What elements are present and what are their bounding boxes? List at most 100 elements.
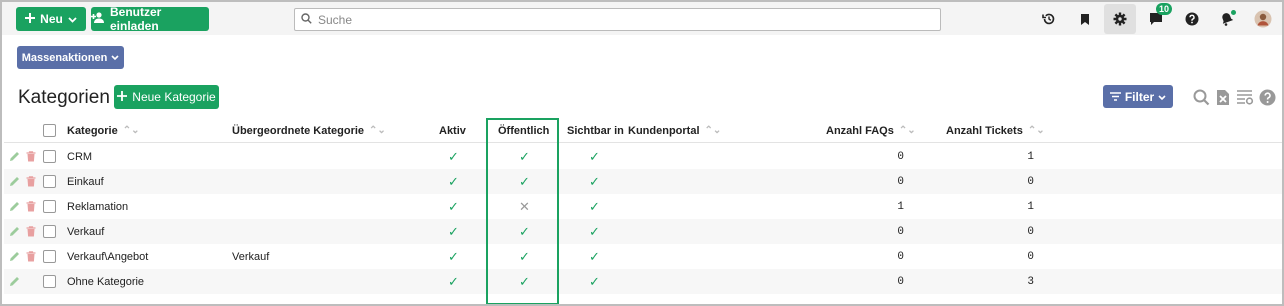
row-checkbox[interactable] [43, 169, 56, 194]
check-icon: ✓ [519, 248, 530, 264]
mass-actions-label: Massenaktionen [21, 51, 108, 64]
header-sichtbar-label: Sichtbar in [567, 124, 624, 137]
row-checkbox[interactable] [43, 144, 56, 169]
cell-tickets: 0 [1027, 175, 1034, 188]
cell-kategorie[interactable]: Reklamation [67, 194, 128, 219]
table-header: Kategorie ⌃⌄ Übergeordnete Kategorie ⌃⌄ Ak… [4, 118, 1282, 143]
chevron-down-icon [111, 52, 119, 64]
header-oeffentlich: Öffentlich [498, 118, 549, 143]
header-tickets[interactable]: Anzahl Tickets ⌃⌄ [946, 118, 1045, 143]
row-checkbox[interactable] [43, 194, 56, 219]
delete-trash-icon[interactable] [26, 144, 36, 169]
new-category-button[interactable]: Neue Kategorie [114, 85, 219, 109]
header-sichtbar: Sichtbar in [567, 118, 624, 143]
edit-pencil-icon[interactable] [9, 219, 20, 244]
cell-kategorie[interactable]: CRM [67, 144, 92, 169]
edit-pencil-icon[interactable] [9, 194, 20, 219]
delete-trash-icon[interactable] [26, 169, 36, 194]
app-frame: Neu Benutzer einladen 1 [0, 0, 1284, 306]
main-content: Kategorien Neue Kategorie Filter Kategor… [4, 77, 1282, 304]
cell-tickets: 1 [1027, 200, 1034, 213]
cell-faqs: 0 [897, 175, 904, 188]
sort-icon: ⌃⌄ [898, 125, 916, 136]
header-faqs[interactable]: Anzahl FAQs ⌃⌄ [826, 118, 916, 143]
history-icon[interactable] [1033, 4, 1065, 34]
row-checkbox[interactable] [43, 244, 56, 269]
invite-user-button[interactable]: Benutzer einladen [91, 5, 209, 33]
filter-button[interactable]: Filter [1103, 85, 1173, 108]
row-checkbox[interactable] [43, 269, 56, 294]
delete-trash-icon[interactable] [26, 219, 36, 244]
help-icon[interactable] [1176, 4, 1208, 34]
search-icon [301, 12, 312, 27]
delete-trash-icon[interactable] [26, 244, 36, 269]
chat-icon[interactable]: 10 [1140, 3, 1173, 34]
chevron-down-icon [1158, 90, 1166, 104]
edit-pencil-icon[interactable] [9, 144, 20, 169]
header-kundenportal[interactable]: Kundenportal ⌃⌄ [628, 118, 721, 143]
settings-icon[interactable] [1104, 4, 1136, 34]
cell-tickets: 1 [1027, 150, 1034, 163]
check-icon: ✓ [589, 273, 600, 289]
header-faqs-label: Anzahl FAQs [826, 124, 894, 137]
cell-faqs: 1 [897, 200, 904, 213]
header-kategorie-label: Kategorie [67, 124, 118, 137]
check-icon: ✓ [589, 198, 600, 214]
new-category-label: Neue Kategorie [132, 90, 216, 104]
sort-icon: ⌃⌄ [1027, 125, 1045, 136]
check-icon: ✓ [448, 223, 459, 239]
edit-pencil-icon[interactable] [9, 269, 20, 294]
header-aktiv: Aktiv [439, 118, 466, 143]
check-icon: ✓ [519, 273, 530, 289]
filter-label: Filter [1124, 89, 1155, 104]
check-icon: ✓ [589, 148, 600, 164]
cell-kategorie[interactable]: Verkauf [67, 219, 104, 244]
page-title: Kategorien [18, 87, 110, 108]
mass-actions-button[interactable]: Massenaktionen [17, 46, 124, 69]
cell-faqs: 0 [897, 275, 904, 288]
table-row: Verkauf\Angebot Verkauf ✓ ✓ ✓ 0 0 [4, 244, 1282, 269]
plus-icon [25, 12, 36, 26]
table-row: Verkauf ✓ ✓ ✓ 0 0 [4, 219, 1282, 244]
cell-tickets: 0 [1027, 250, 1034, 263]
cell-kategorie[interactable]: Verkauf\Angebot [67, 244, 148, 269]
check-icon: ✓ [448, 148, 459, 164]
cell-kategorie[interactable]: Einkauf [67, 169, 104, 194]
check-icon: ✓ [589, 223, 600, 239]
edit-pencil-icon[interactable] [9, 169, 20, 194]
help-icon[interactable] [1257, 87, 1277, 107]
check-icon: ✓ [448, 248, 459, 264]
cross-icon: ✕ [519, 198, 530, 214]
notification-dot [1231, 10, 1236, 15]
search-box[interactable] [294, 8, 941, 31]
notification-icon[interactable] [1211, 4, 1243, 34]
chevron-down-icon [68, 12, 77, 26]
column-settings-icon[interactable] [1235, 87, 1255, 107]
delete-trash-icon[interactable] [26, 194, 36, 219]
search-input[interactable] [318, 12, 918, 27]
select-all-checkbox[interactable] [43, 118, 56, 143]
avatar[interactable] [1247, 4, 1279, 34]
excel-export-icon[interactable] [1213, 87, 1233, 107]
check-icon: ✓ [519, 223, 530, 239]
edit-pencil-icon[interactable] [9, 244, 20, 269]
header-kategorie[interactable]: Kategorie ⌃⌄ [67, 118, 140, 143]
invite-user-label: Benutzer einladen [110, 5, 162, 33]
cell-kategorie[interactable]: Ohne Kategorie [67, 269, 144, 294]
add-user-icon [91, 12, 105, 26]
bookmark-icon[interactable] [1069, 4, 1101, 34]
cell-faqs: 0 [897, 225, 904, 238]
plus-icon [117, 90, 128, 104]
sort-icon: ⌃⌄ [704, 125, 722, 136]
search-icon[interactable] [1191, 87, 1211, 107]
sort-icon: ⌃⌄ [369, 125, 386, 136]
table-row: Einkauf ✓ ✓ ✓ 0 0 [4, 169, 1282, 194]
row-checkbox[interactable] [43, 219, 56, 244]
header-uebergeordnet[interactable]: Übergeordnete Kategorie ⌃⌄ [232, 118, 386, 143]
new-button[interactable]: Neu [16, 7, 86, 31]
cell-faqs: 0 [897, 250, 904, 263]
cell-faqs: 0 [897, 150, 904, 163]
table-row: Ohne Kategorie ✓ ✓ ✓ 0 3 [4, 269, 1282, 294]
cell-tickets: 3 [1027, 275, 1034, 288]
header-tickets-label: Anzahl Tickets [946, 124, 1023, 137]
